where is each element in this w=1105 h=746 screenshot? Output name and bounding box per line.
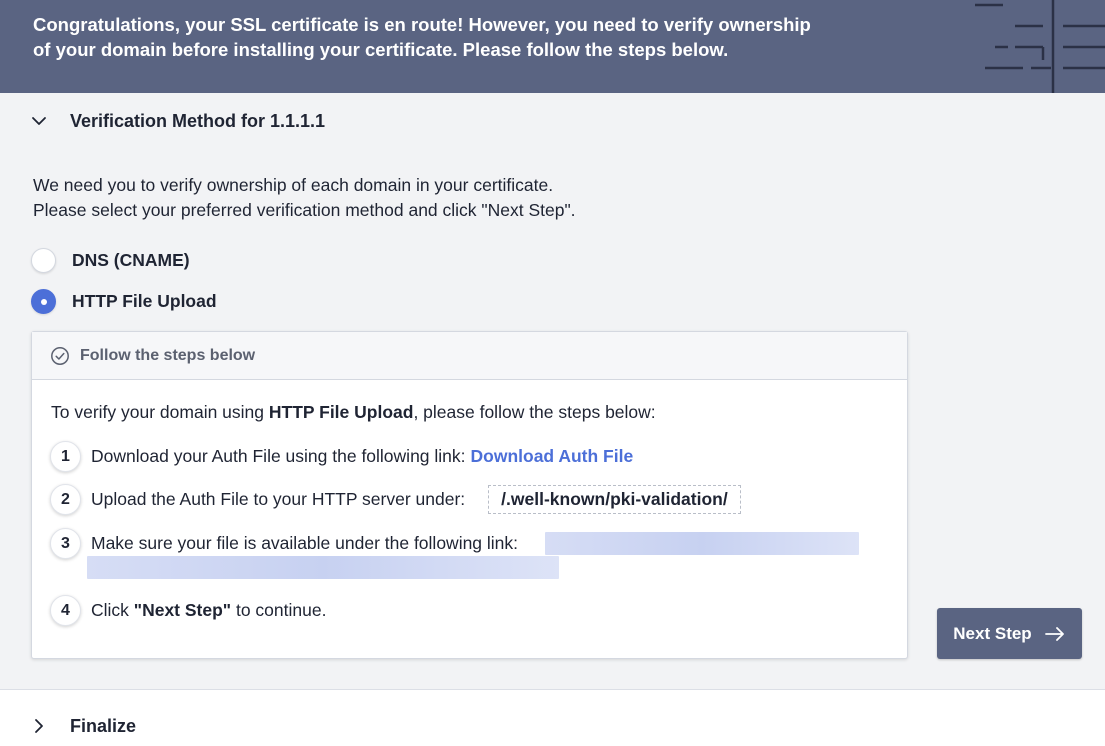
finalize-section: Finalize — [0, 690, 1105, 746]
intro-line-1: We need you to verify ownership of each … — [33, 175, 554, 195]
step-number: 2 — [50, 484, 81, 515]
download-auth-file-link[interactable]: Download Auth File — [471, 446, 634, 467]
intro-text: We need you to verify ownership of each … — [33, 173, 576, 223]
chevron-right-icon — [35, 719, 43, 733]
radio-http-file-upload[interactable]: HTTP File Upload — [31, 289, 217, 314]
step-text: Click "Next Step" to continue. — [91, 600, 326, 621]
radio-label-dns: DNS (CNAME) — [72, 250, 190, 270]
section-title: Verification Method for 1.1.1.1 — [70, 110, 326, 131]
card-lead-text: To verify your domain using HTTP File Up… — [51, 402, 656, 423]
step-number: 4 — [50, 595, 81, 626]
step-4-bold: "Next Step" — [133, 600, 232, 620]
redacted-url — [87, 556, 559, 579]
step-4-suffix: to continue. — [231, 600, 327, 620]
step-text: Download your Auth File using the follow… — [91, 446, 466, 466]
finalize-section-header[interactable]: Finalize — [28, 715, 136, 737]
card-title: Follow the steps below — [80, 346, 256, 364]
step-1: 1 Download your Auth File using the foll… — [50, 441, 633, 472]
step-4-prefix: Click — [91, 600, 134, 620]
next-step-button[interactable]: Next Step — [937, 608, 1082, 659]
step-3: 3 Make sure your file is available under… — [50, 528, 518, 559]
next-step-label: Next Step — [953, 623, 1032, 643]
verification-method-section: Verification Method for 1.1.1.1 We need … — [0, 93, 1105, 690]
banner-line-2: of your domain before installing your ce… — [33, 39, 729, 60]
banner-message: Congratulations, your SSL certificate is… — [33, 12, 833, 62]
redacted-url — [545, 532, 859, 555]
intro-line-2: Please select your preferred verificatio… — [33, 200, 576, 220]
card-header: Follow the steps below — [32, 332, 907, 380]
step-4: 4 Click "Next Step" to continue. — [50, 595, 326, 626]
lead-method: HTTP File Upload — [268, 402, 414, 422]
arrow-right-icon — [1044, 626, 1064, 641]
check-circle-icon — [51, 346, 69, 365]
step-number: 3 — [50, 528, 81, 559]
step-text: Upload the Auth File to your HTTP server… — [91, 489, 466, 509]
verification-section-header[interactable]: Verification Method for 1.1.1.1 — [28, 110, 325, 132]
radio-dns-cname[interactable]: DNS (CNAME) — [31, 248, 190, 273]
radio-button[interactable] — [31, 248, 56, 273]
banner-line-1: Congratulations, your SSL certificate is… — [33, 14, 811, 35]
step-text: Make sure your file is available under t… — [91, 533, 519, 553]
finalize-title: Finalize — [70, 715, 137, 736]
radio-label-http: HTTP File Upload — [72, 291, 217, 311]
step-2: 2 Upload the Auth File to your HTTP serv… — [50, 484, 741, 515]
lead-suffix: , please follow the steps below: — [413, 402, 656, 422]
radio-button-selected[interactable] — [31, 289, 56, 314]
step-number: 1 — [50, 441, 81, 472]
steps-card: Follow the steps below To verify your do… — [31, 331, 908, 659]
validation-path: /.well-known/pki-validation/ — [488, 485, 741, 514]
banner-decoration — [975, 0, 1105, 93]
lead-prefix: To verify your domain using — [51, 402, 269, 422]
chevron-down-icon — [32, 117, 46, 125]
success-banner: Congratulations, your SSL certificate is… — [0, 0, 1105, 93]
